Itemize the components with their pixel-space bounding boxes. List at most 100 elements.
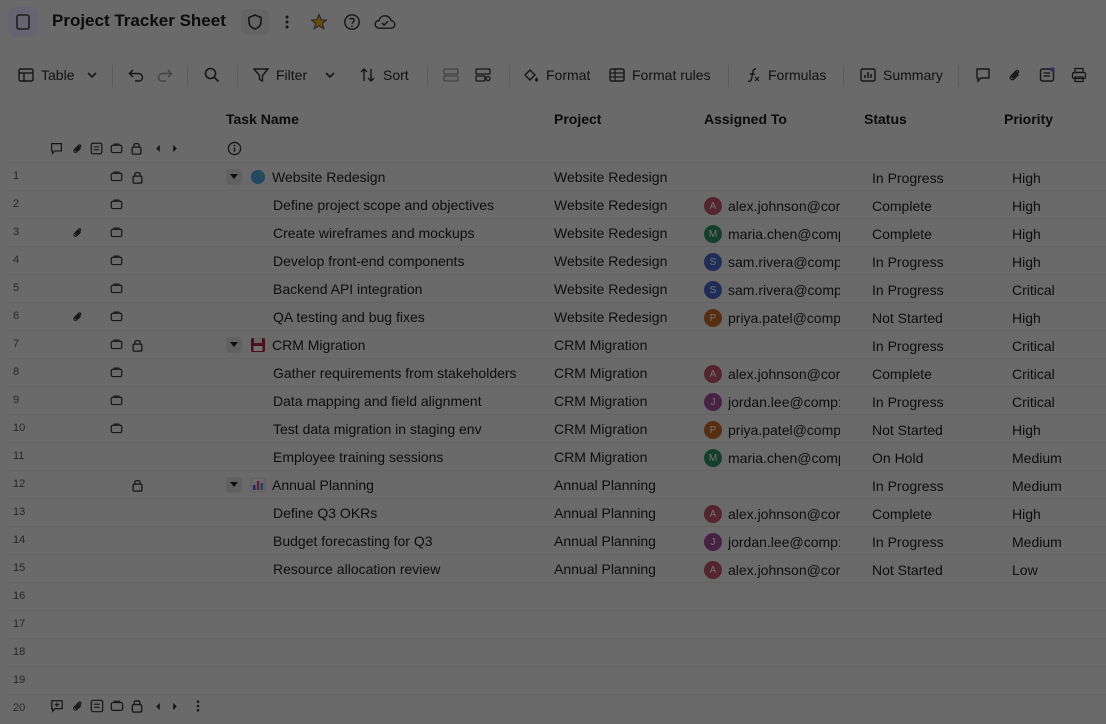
row-number[interactable]: 11 [13, 450, 24, 462]
table-row[interactable]: 1 Website Redesign Website Redesign In Prog… [8, 162, 1106, 190]
row-link-icon[interactable] [110, 170, 124, 184]
assigned-to-cell[interactable]: Aalex.johnson@cor [704, 561, 840, 579]
priority-cell[interactable]: Low [1012, 562, 1106, 578]
task-name-cell[interactable]: Create wireframes and mockups [273, 225, 548, 241]
column-header-priority[interactable]: Priority [1004, 104, 1053, 134]
summary-button[interactable]: Summary [856, 60, 947, 90]
collapse-caret-icon[interactable] [226, 337, 242, 353]
project-cell[interactable]: Website Redesign [554, 197, 694, 213]
assigned-to-cell[interactable]: Mmaria.chen@comp [704, 225, 840, 243]
assigned-to-cell[interactable]: Aalex.johnson@cor [704, 197, 840, 215]
collapse-caret-icon[interactable] [226, 477, 242, 493]
table-row[interactable]: 3 Create wireframes and mockups Website Re… [8, 218, 1106, 246]
filter-button[interactable]: Filter [249, 60, 311, 90]
row-number[interactable]: 4 [13, 254, 19, 266]
project-cell[interactable]: CRM Migration [554, 421, 694, 437]
project-cell[interactable]: Annual Planning [554, 477, 694, 493]
sheet-title[interactable]: Project Tracker Sheet [52, 11, 226, 31]
comments-button[interactable] [969, 60, 997, 90]
row-link-icon[interactable] [110, 366, 124, 380]
filter-dropdown-button[interactable] [316, 60, 344, 90]
assigned-to-cell[interactable]: Ppriya.patel@comp [704, 309, 840, 327]
project-cell[interactable]: Annual Planning [554, 505, 694, 521]
table-row[interactable]: 14 Budget forecasting for Q3 Annual Planni… [8, 526, 1106, 554]
table-row[interactable]: 12 Annual Planning Annual Planning In Progr… [8, 470, 1106, 498]
status-cell[interactable]: In Progress [872, 282, 1002, 298]
sort-button[interactable]: Sort [356, 60, 413, 90]
project-cell[interactable]: Annual Planning [554, 533, 694, 549]
formulas-button[interactable]: Formulas [741, 60, 830, 90]
attachments-button[interactable] [1000, 60, 1028, 90]
project-cell[interactable]: CRM Migration [554, 365, 694, 381]
chevron-right-icon[interactable] [171, 702, 179, 711]
priority-cell[interactable]: High [1012, 226, 1106, 242]
undo-button[interactable] [122, 60, 150, 90]
info-icon[interactable] [227, 141, 242, 156]
activity-button[interactable] [1033, 60, 1061, 90]
format-rules-button[interactable]: Format rules [605, 60, 715, 90]
row-number[interactable]: 1 [13, 170, 19, 182]
row-number[interactable]: 19 [13, 674, 25, 686]
project-cell[interactable]: CRM Migration [554, 337, 694, 353]
row-number[interactable]: 10 [13, 422, 25, 434]
status-cell[interactable]: Not Started [872, 310, 1002, 326]
row-link-icon[interactable] [110, 282, 124, 296]
redo-button[interactable] [151, 60, 179, 90]
table-row[interactable]: 7 CRM Migration CRM Migration In Progress Cr… [8, 330, 1106, 358]
task-name-cell[interactable]: QA testing and bug fixes [273, 309, 548, 325]
table-row[interactable]: 6 QA testing and bug fixes Website Redesig… [8, 302, 1106, 330]
table-row[interactable]: 19 [8, 666, 1106, 694]
assigned-to-cell[interactable]: Jjordan.lee@comp: [704, 533, 840, 551]
status-cell[interactable]: Not Started [872, 562, 1002, 578]
task-name-cell[interactable]: Develop front-end components [273, 253, 548, 269]
collapse-caret-icon[interactable] [226, 169, 242, 185]
column-header-assigned-to[interactable]: Assigned To [704, 104, 787, 134]
star-icon[interactable] [305, 9, 333, 35]
sheet-app-icon[interactable] [8, 7, 38, 37]
status-cell[interactable]: On Hold [872, 450, 1002, 466]
column-settings-button[interactable] [469, 60, 497, 90]
lock-icon[interactable] [132, 338, 146, 352]
task-name-cell[interactable]: Budget forecasting for Q3 [273, 533, 548, 549]
priority-cell[interactable]: Critical [1012, 394, 1106, 410]
priority-cell[interactable]: Critical [1012, 366, 1106, 382]
table-row[interactable]: 9 Data mapping and field alignment CRM Mig… [8, 386, 1106, 414]
proof-icon[interactable] [90, 142, 103, 155]
help-icon[interactable] [338, 9, 366, 35]
view-selector[interactable]: Table [14, 60, 103, 90]
status-cell[interactable]: In Progress [872, 534, 1002, 550]
task-name-cell[interactable]: CRM Migration [272, 337, 547, 353]
project-cell[interactable]: Annual Planning [554, 561, 694, 577]
row-link-icon[interactable] [110, 422, 124, 436]
project-cell[interactable]: Website Redesign [554, 309, 694, 325]
paperclip-icon[interactable] [71, 310, 85, 324]
add-attachment-icon[interactable] [70, 699, 84, 713]
table-row[interactable]: 4 Develop front-end components Website Red… [8, 246, 1106, 274]
project-cell[interactable]: Website Redesign [554, 225, 694, 241]
project-cell[interactable]: Website Redesign [554, 281, 694, 297]
paperclip-icon[interactable] [71, 142, 83, 155]
row-number[interactable]: 12 [13, 478, 25, 490]
priority-cell[interactable]: High [1012, 422, 1106, 438]
status-cell[interactable]: Complete [872, 366, 1002, 382]
project-cell[interactable]: Website Redesign [554, 169, 694, 185]
priority-cell[interactable]: Critical [1012, 338, 1106, 354]
table-row[interactable]: 13 Define Q3 OKRs Annual Planning Aalex.joh… [8, 498, 1106, 526]
row-number[interactable]: 18 [13, 646, 25, 658]
search-button[interactable] [198, 60, 226, 90]
assigned-to-cell[interactable]: Aalex.johnson@cor [704, 365, 840, 383]
row-number[interactable]: 14 [13, 534, 25, 546]
lock-icon[interactable] [132, 478, 146, 492]
row-link-icon[interactable] [110, 338, 124, 352]
print-button[interactable] [1065, 60, 1093, 90]
lock-icon[interactable] [132, 170, 146, 184]
more-options-icon[interactable] [273, 9, 301, 35]
status-cell[interactable]: Complete [872, 506, 1002, 522]
row-number[interactable]: 17 [13, 618, 25, 630]
priority-cell[interactable]: High [1012, 506, 1106, 522]
column-header-status[interactable]: Status [864, 104, 907, 134]
project-cell[interactable]: CRM Migration [554, 449, 694, 465]
status-cell[interactable]: In Progress [872, 394, 1002, 410]
task-name-cell[interactable]: Website Redesign [272, 169, 547, 185]
task-name-cell[interactable]: Define project scope and objectives [273, 197, 548, 213]
